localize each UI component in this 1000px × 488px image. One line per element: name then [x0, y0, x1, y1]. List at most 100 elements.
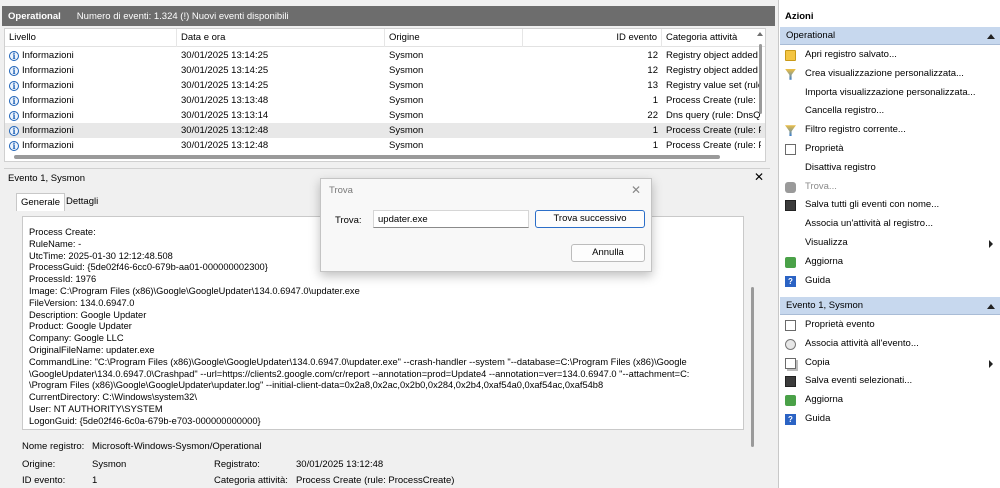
cell-level: i Informazioni	[9, 78, 175, 93]
cell-text: 30/01/2025 13:13:14	[181, 110, 269, 121]
cell-text: Informazioni	[22, 125, 74, 136]
col-header-level[interactable]: Livello	[5, 29, 177, 47]
log-title-bar: Operational Numero di eventi: 1.324 (!) …	[2, 6, 775, 26]
find-icon	[785, 181, 796, 193]
action-label: Aggiorna	[805, 255, 844, 267]
table-row[interactable]: i Informazioni 30/01/2025 13:13:48 Sysmon 1 P…	[5, 93, 765, 108]
events-table[interactable]: Livello Data e ora Origine ID evento Cat…	[4, 28, 766, 162]
cell-text: Process Create (rule: Prc	[666, 140, 761, 151]
action-item[interactable]: ? Guida	[780, 410, 1000, 429]
cell-category: Process Create (rule: Prc	[666, 138, 761, 153]
description-vertical-scrollbar[interactable]	[751, 287, 754, 447]
info-icon: i	[9, 96, 19, 106]
source-value: Sysmon	[92, 459, 127, 470]
source-label: Origine:	[22, 459, 56, 470]
action-label: Salva tutti gli eventi con nome...	[805, 199, 940, 211]
cell-text: 1	[652, 125, 658, 136]
action-item[interactable]: Proprietà	[780, 140, 1000, 159]
cell-source: Sysmon	[389, 63, 519, 78]
detail-line: \GoogleUpdater\134.0.6947.0\Crashpad" --…	[29, 368, 690, 379]
submenu-arrow-icon	[989, 359, 993, 368]
find-next-button[interactable]: Trova successivo	[535, 210, 645, 228]
action-label: Guida	[805, 274, 831, 286]
cell-id: 1	[527, 138, 658, 153]
table-horizontal-scrollbar[interactable]	[14, 155, 720, 159]
cell-text: 30/01/2025 13:13:48	[181, 95, 269, 106]
col-header-event-id[interactable]: ID evento	[523, 29, 662, 47]
action-item[interactable]: ? Guida	[780, 272, 1000, 291]
cell-text: 30/01/2025 13:12:48	[181, 125, 269, 136]
detail-line: CommandLine: "C:\Program Files (x86)\Goo…	[29, 356, 687, 367]
table-row[interactable]: i Informazioni 30/01/2025 13:14:25 Sysmon 12…	[5, 48, 765, 63]
table-vertical-scrollbar[interactable]	[759, 44, 762, 114]
event-id-label: ID evento:	[22, 475, 66, 486]
submenu-arrow-icon	[989, 240, 993, 248]
action-item[interactable]: Crea visualizzazione personalizzata...	[780, 65, 1000, 84]
action-item[interactable]: Associa attività all'evento...	[780, 335, 1000, 354]
cell-datetime: 30/01/2025 13:13:48	[181, 93, 381, 108]
cell-source: Sysmon	[389, 123, 519, 138]
table-row[interactable]: i Informazioni 30/01/2025 13:13:14 Sysmon 22…	[5, 108, 765, 123]
action-item[interactable]: Trova...	[780, 178, 1000, 197]
cell-text: Registry object added c	[666, 50, 761, 61]
col-header-category[interactable]: Categoria attività	[662, 29, 762, 47]
table-row[interactable]: i Informazioni 30/01/2025 13:14:25 Sysmon 12…	[5, 63, 765, 78]
cell-text: 13	[647, 80, 658, 91]
folder-icon	[785, 50, 796, 61]
tab-general[interactable]: Generale	[16, 193, 66, 211]
cell-category: Process Create (rule: Prc	[666, 93, 761, 108]
cell-text: 12	[647, 65, 658, 76]
properties-icon	[785, 320, 796, 331]
category-value: Process Create (rule: ProcessCreate)	[296, 475, 455, 486]
cell-text: 1	[652, 95, 658, 106]
action-item[interactable]: Visualizza	[780, 234, 1000, 253]
close-icon[interactable]: ✕	[631, 183, 641, 197]
cell-text: Sysmon	[389, 95, 424, 106]
cell-category: Process Create (rule: Prc	[666, 123, 761, 138]
col-header-source[interactable]: Origine	[385, 29, 523, 47]
action-item[interactable]: Apri registro salvato...	[780, 46, 1000, 65]
action-item[interactable]: Salva eventi selezionati...	[780, 372, 1000, 391]
cancel-button[interactable]: Annulla	[571, 244, 645, 262]
table-scroll-up[interactable]	[757, 32, 763, 36]
table-row[interactable]: i Informazioni 30/01/2025 13:12:48 Sysmon 1 P…	[5, 138, 765, 153]
cell-level: i Informazioni	[9, 48, 175, 63]
action-label: Associa attività all'evento...	[805, 337, 919, 349]
action-item[interactable]: Cancella registro...	[780, 102, 1000, 121]
cell-id: 13	[527, 78, 658, 93]
detail-line: OriginalFileName: updater.exe	[29, 344, 155, 355]
cell-datetime: 30/01/2025 13:14:25	[181, 48, 381, 63]
main-pane: Operational Numero di eventi: 1.324 (!) …	[0, 0, 776, 488]
action-item[interactable]: Aggiorna	[780, 391, 1000, 410]
col-header-datetime[interactable]: Data e ora	[177, 29, 385, 47]
filter-icon	[785, 125, 796, 137]
collapse-icon[interactable]	[987, 304, 995, 309]
find-dialog-title: Trova	[329, 185, 353, 196]
section-header-log[interactable]: Operational	[780, 27, 1000, 45]
action-item[interactable]: Salva tutti gli eventi con nome...	[780, 196, 1000, 215]
section-header-event[interactable]: Evento 1, Sysmon	[780, 297, 1000, 315]
action-item[interactable]: Disattiva registro	[780, 159, 1000, 178]
action-item[interactable]: Aggiorna	[780, 253, 1000, 272]
action-item[interactable]: Filtro registro corrente...	[780, 121, 1000, 140]
help-icon: ?	[785, 275, 796, 287]
action-label: Copia	[805, 356, 830, 368]
tab-details[interactable]: Dettagli	[62, 193, 102, 211]
action-item[interactable]: Proprietà evento	[780, 316, 1000, 335]
info-icon: i	[9, 111, 19, 121]
close-icon[interactable]: ✕	[754, 170, 764, 184]
find-input[interactable]	[373, 210, 529, 228]
cell-text: 12	[647, 50, 658, 61]
log-summary: Numero di eventi: 1.324 (!) Nuovi eventi…	[76, 10, 289, 22]
cell-text: 30/01/2025 13:14:25	[181, 80, 269, 91]
category-label: Categoria attività:	[214, 475, 288, 486]
info-icon: i	[9, 81, 19, 91]
action-item[interactable]: Importa visualizzazione personalizzata..…	[780, 84, 1000, 103]
collapse-icon[interactable]	[987, 34, 995, 39]
action-item[interactable]: Associa un'attività al registro...	[780, 215, 1000, 234]
table-row[interactable]: i Informazioni 30/01/2025 13:14:25 Sysmon 13…	[5, 78, 765, 93]
table-row[interactable]: i Informazioni 30/01/2025 13:12:48 Sysmon 1 P…	[5, 123, 765, 138]
cell-category: Dns query (rule: DnsQu	[666, 108, 761, 123]
event-id-value: 1	[92, 475, 98, 486]
action-item[interactable]: Copia	[780, 354, 1000, 373]
